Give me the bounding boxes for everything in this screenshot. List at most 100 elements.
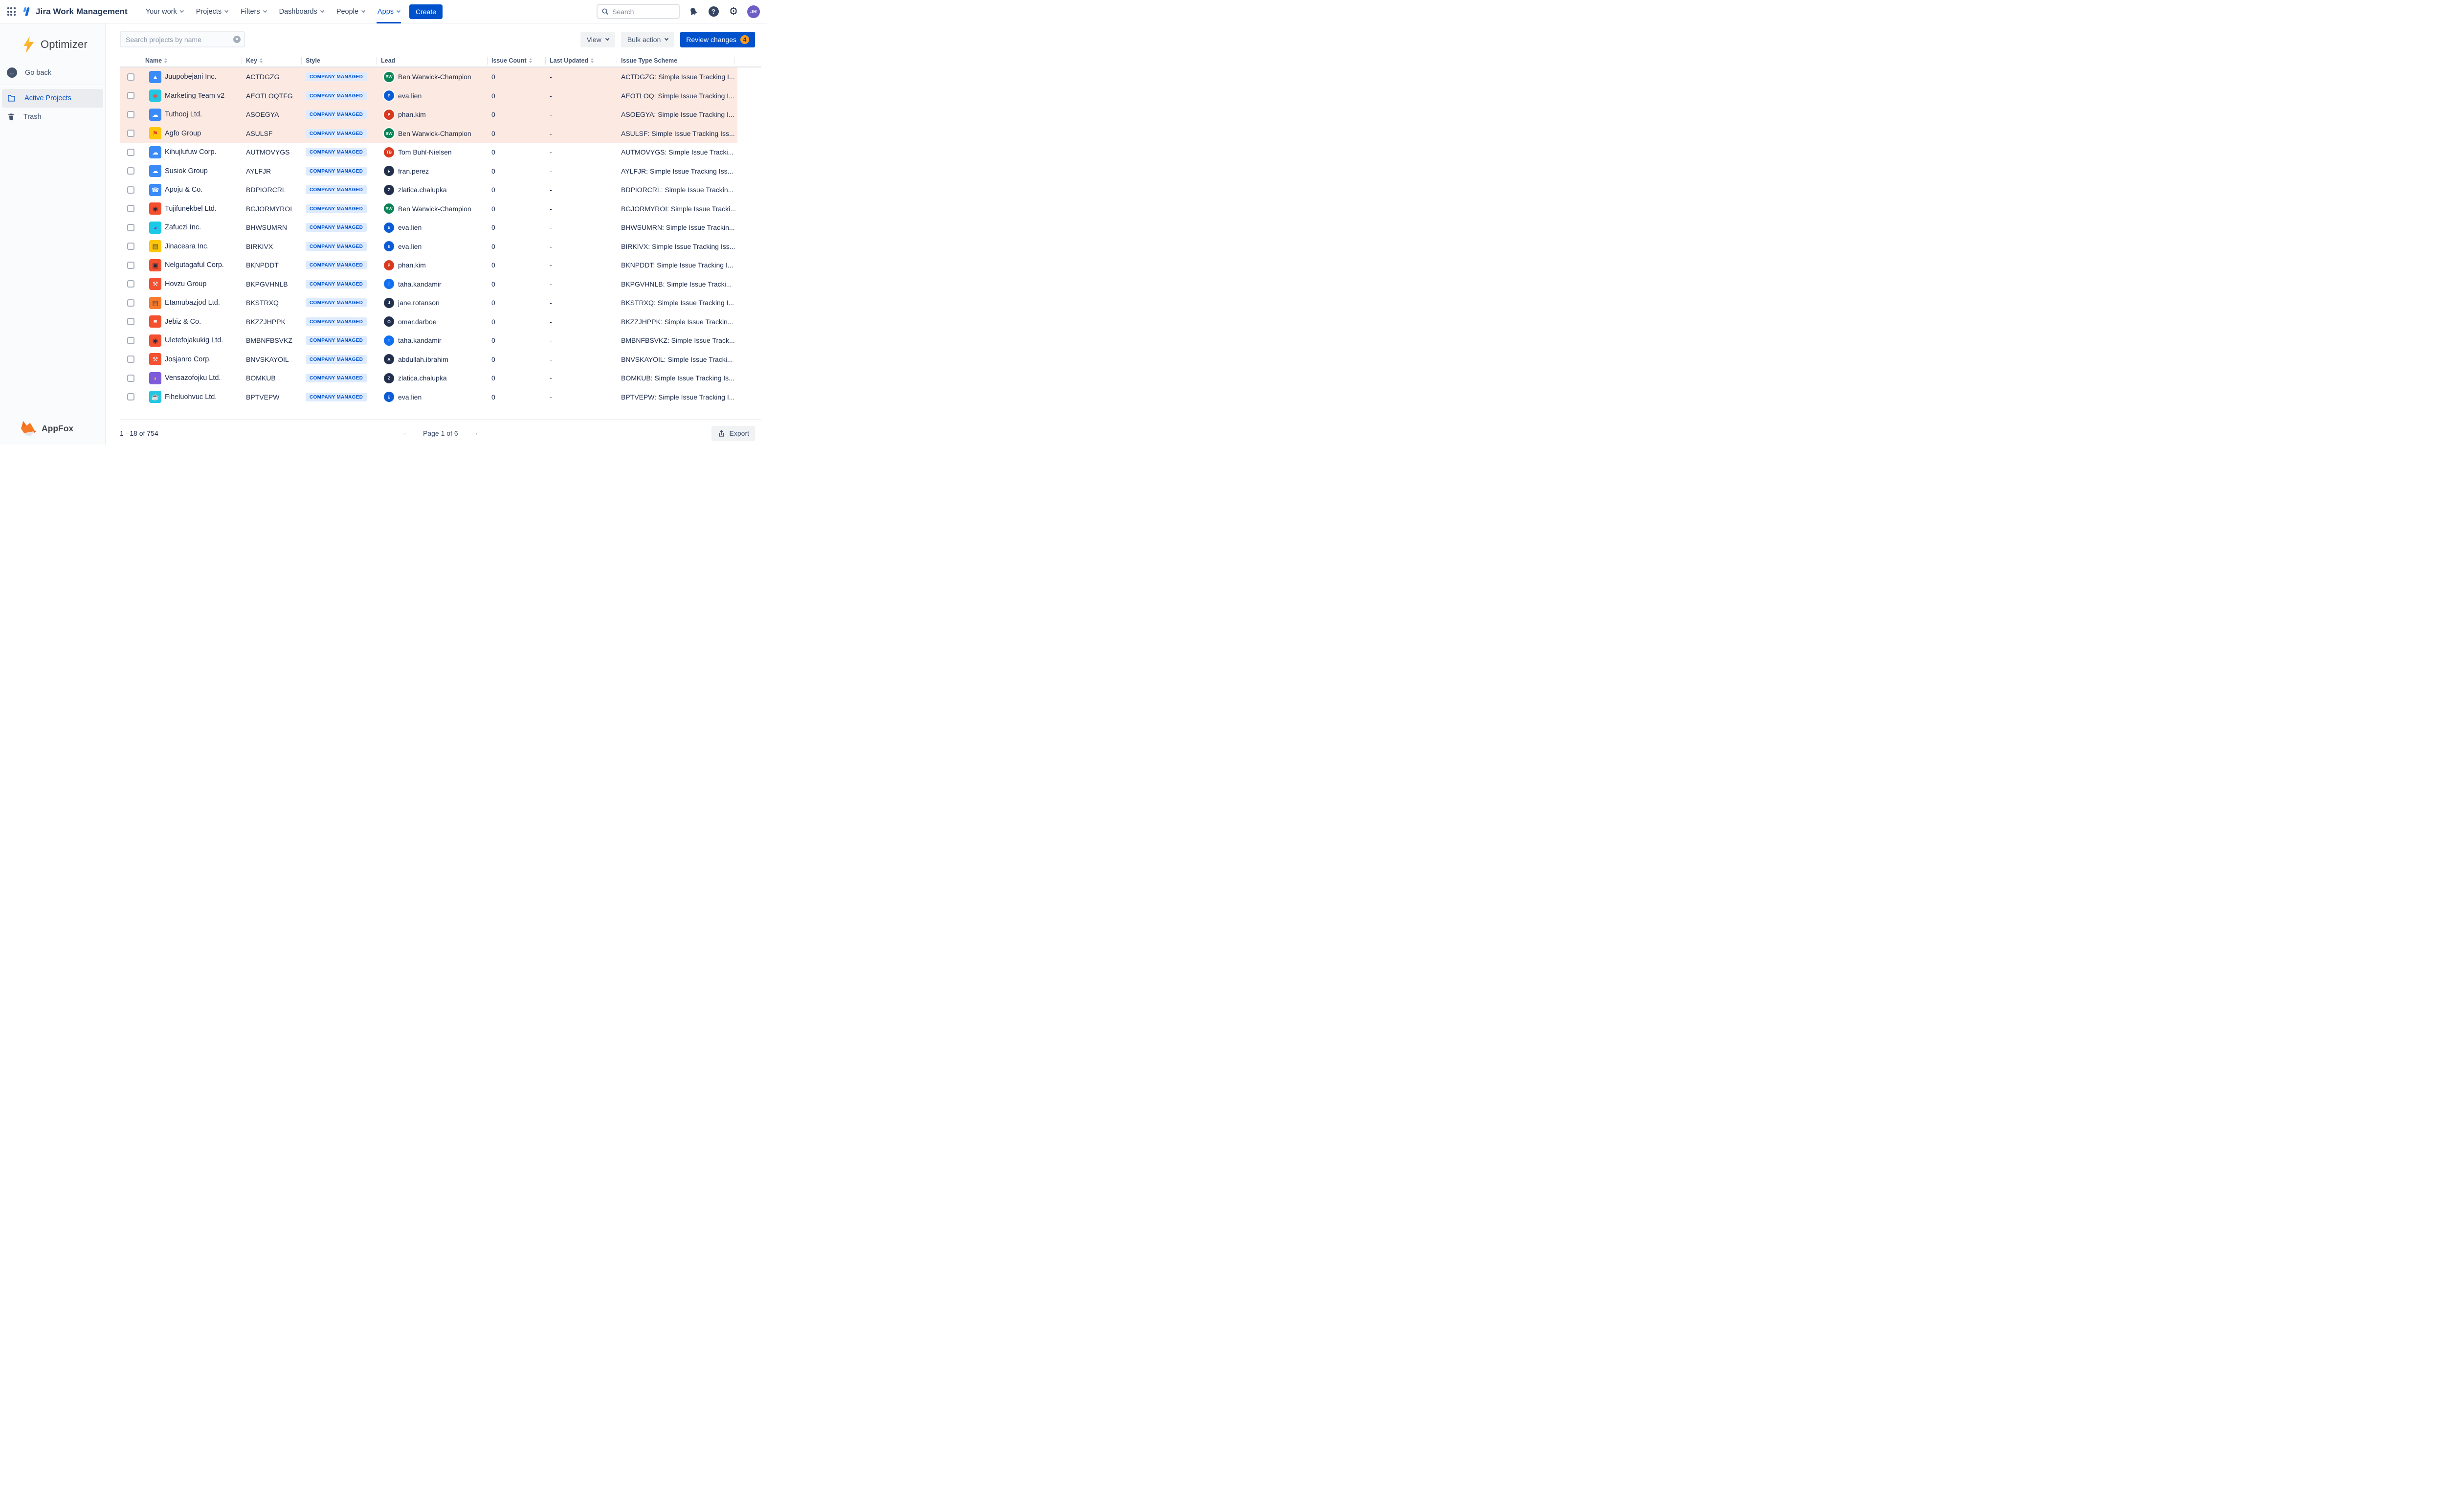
table-row[interactable]: ▤ Etamubazjod Ltd. BKSTRXQ COMPANY MANAG… bbox=[120, 293, 737, 312]
project-name: Kihujlufuw Corp. bbox=[165, 148, 217, 156]
lead-name: phan.kim bbox=[398, 261, 426, 269]
global-search[interactable] bbox=[597, 4, 680, 19]
settings-gear-icon[interactable]: ⚙ bbox=[727, 5, 740, 18]
table-row[interactable]: ▣ Nelgutagaful Corp. BKNPDDT COMPANY MAN… bbox=[120, 256, 737, 275]
row-checkbox[interactable] bbox=[127, 130, 134, 137]
table-row[interactable]: ⚒ Josjanro Corp. BNVSKAYOIL COMPANY MANA… bbox=[120, 350, 737, 369]
sidebar-item-active-projects[interactable]: Active Projects bbox=[2, 89, 103, 108]
style-badge: COMPANY MANAGED bbox=[306, 298, 367, 307]
navbar-menu-item-apps[interactable]: Apps bbox=[372, 0, 405, 23]
navbar-menu-item-dashboards[interactable]: Dashboards bbox=[274, 0, 329, 23]
row-checkbox[interactable] bbox=[127, 393, 134, 400]
bulk-action-button[interactable]: Bulk action bbox=[621, 32, 674, 47]
row-checkbox[interactable] bbox=[127, 299, 134, 307]
issue-count: 0 bbox=[491, 374, 550, 382]
column-header-style[interactable]: Style bbox=[306, 56, 381, 65]
lead-name: eva.lien bbox=[398, 92, 422, 100]
row-checkbox[interactable] bbox=[127, 356, 134, 363]
last-updated: - bbox=[550, 223, 621, 231]
row-checkbox[interactable] bbox=[127, 243, 134, 250]
row-checkbox[interactable] bbox=[127, 92, 134, 99]
project-key: BHWSUMRN bbox=[246, 223, 306, 231]
last-updated: - bbox=[550, 318, 621, 326]
row-checkbox[interactable] bbox=[127, 262, 134, 269]
global-search-input[interactable] bbox=[612, 8, 666, 16]
appfox-title: AppFox bbox=[42, 423, 73, 434]
project-key: ACTDGZG bbox=[246, 73, 306, 81]
column-header-name[interactable]: Name bbox=[145, 56, 246, 65]
table-row[interactable]: ▤ Jinaceara Inc. BIRKIVX COMPANY MANAGED… bbox=[120, 237, 737, 256]
review-changes-button[interactable]: Review changes 4 bbox=[680, 32, 755, 47]
notifications-bell-icon[interactable] bbox=[687, 5, 700, 18]
navbar-menu-item-projects[interactable]: Projects bbox=[191, 0, 233, 23]
table-row[interactable]: ≡ Jebiz & Co. BKZZJHPPK COMPANY MANAGED … bbox=[120, 312, 737, 332]
column-header-key[interactable]: Key bbox=[246, 56, 306, 65]
chevron-down-icon bbox=[605, 37, 609, 41]
row-checkbox[interactable] bbox=[127, 280, 134, 288]
fox-logo-icon bbox=[20, 421, 37, 437]
next-page-arrow-icon[interactable]: → bbox=[471, 429, 479, 437]
row-checkbox[interactable] bbox=[127, 167, 134, 175]
export-button[interactable]: Export bbox=[711, 426, 755, 441]
column-header-last-updated[interactable]: Last Updated bbox=[550, 56, 621, 65]
lead-name: eva.lien bbox=[398, 393, 422, 401]
app-switcher-icon[interactable] bbox=[6, 6, 17, 17]
navbar-menu-item-your-work[interactable]: Your work bbox=[140, 0, 189, 23]
style-badge: COMPANY MANAGED bbox=[306, 261, 367, 269]
table-row[interactable]: ▲ Juupobejani Inc. ACTDGZG COMPANY MANAG… bbox=[120, 67, 737, 87]
table-row[interactable]: ◉ Uletefojakukig Ltd. BMBNFBSVKZ COMPANY… bbox=[120, 331, 737, 350]
coffee-icon: ☕ bbox=[149, 391, 161, 403]
go-back-button[interactable]: ← Go back bbox=[7, 67, 105, 78]
jira-brand[interactable]: Jira Work Management bbox=[22, 6, 128, 17]
jira-logo-icon bbox=[22, 6, 32, 17]
row-checkbox[interactable] bbox=[127, 318, 134, 325]
table-row[interactable]: ☎ Apoju & Co. BDPIORCRL COMPANY MANAGED … bbox=[120, 180, 737, 200]
table-row[interactable]: ☁ Kihujlufuw Corp. AUTMOVYGS COMPANY MAN… bbox=[120, 143, 737, 162]
navbar-menu-item-people[interactable]: People bbox=[331, 0, 370, 23]
issue-type-scheme: AEOTLOQ: Simple Issue Tracking I... bbox=[621, 92, 737, 100]
table-row[interactable]: ◗ Vensazofojku Ltd. BOMKUB COMPANY MANAG… bbox=[120, 369, 737, 388]
column-header-lead[interactable]: Lead bbox=[381, 56, 491, 65]
row-checkbox[interactable] bbox=[127, 337, 134, 344]
table-row[interactable]: ⚒ Hovzu Group BKPGVHNLB COMPANY MANAGED … bbox=[120, 275, 737, 294]
row-checkbox[interactable] bbox=[127, 186, 134, 194]
cloud-icon: ☁ bbox=[149, 165, 161, 177]
column-header-issue-type-scheme[interactable]: Issue Type Scheme bbox=[621, 56, 737, 65]
row-checkbox[interactable] bbox=[127, 224, 134, 231]
row-checkbox[interactable] bbox=[127, 205, 134, 212]
user-avatar[interactable]: JR bbox=[747, 5, 760, 18]
table-row[interactable]: ◕ Zafuczi Inc. BHWSUMRN COMPANY MANAGED … bbox=[120, 218, 737, 237]
column-header-issue-count[interactable]: Issue Count bbox=[491, 56, 550, 65]
table-row[interactable]: ☁ Tuthooj Ltd. ASOEGYA COMPANY MANAGED P… bbox=[120, 105, 737, 124]
back-arrow-icon: ← bbox=[7, 67, 17, 78]
style-badge: COMPANY MANAGED bbox=[306, 374, 367, 382]
lead-avatar: E bbox=[384, 241, 394, 251]
review-changes-badge: 4 bbox=[740, 35, 749, 44]
help-icon[interactable]: ? bbox=[707, 5, 720, 18]
row-checkbox[interactable] bbox=[127, 375, 134, 382]
create-button[interactable]: Create bbox=[409, 4, 443, 19]
style-badge: COMPANY MANAGED bbox=[306, 280, 367, 289]
project-key: ASULSF bbox=[246, 130, 306, 137]
issue-type-scheme: BIRKIVX: Simple Issue Tracking Iss... bbox=[621, 243, 737, 250]
sidebar-item-trash[interactable]: Trash bbox=[2, 108, 103, 126]
table-row[interactable]: ☕ Fiheluohvuc Ltd. BPTVEPW COMPANY MANAG… bbox=[120, 388, 737, 407]
row-checkbox[interactable] bbox=[127, 111, 134, 118]
row-checkbox[interactable] bbox=[127, 149, 134, 156]
row-checkbox[interactable] bbox=[127, 73, 134, 81]
last-updated: - bbox=[550, 148, 621, 156]
table-row[interactable]: ⚑ Agfo Group ASULSF COMPANY MANAGED BW B… bbox=[120, 124, 737, 143]
table-row[interactable]: ◉ Marketing Team v2 AEOTLOQTFG COMPANY M… bbox=[120, 87, 737, 106]
view-button[interactable]: View bbox=[580, 32, 615, 47]
lead-avatar: BW bbox=[384, 72, 394, 82]
navbar-menu-item-filters[interactable]: Filters bbox=[235, 0, 271, 23]
clear-search-icon[interactable]: ✕ bbox=[233, 36, 241, 43]
lead-name: eva.lien bbox=[398, 223, 422, 231]
previous-page-arrow-icon[interactable]: ← bbox=[402, 429, 410, 437]
project-search-input[interactable] bbox=[120, 31, 245, 47]
project-name: Jebiz & Co. bbox=[165, 318, 201, 326]
style-badge: COMPANY MANAGED bbox=[306, 110, 367, 119]
table-row[interactable]: ☁ Susiok Group AYLFJR COMPANY MANAGED F … bbox=[120, 162, 737, 181]
last-updated: - bbox=[550, 336, 621, 344]
table-row[interactable]: ◉ Tujifunekbel Ltd. BGJORMYROI COMPANY M… bbox=[120, 200, 737, 219]
